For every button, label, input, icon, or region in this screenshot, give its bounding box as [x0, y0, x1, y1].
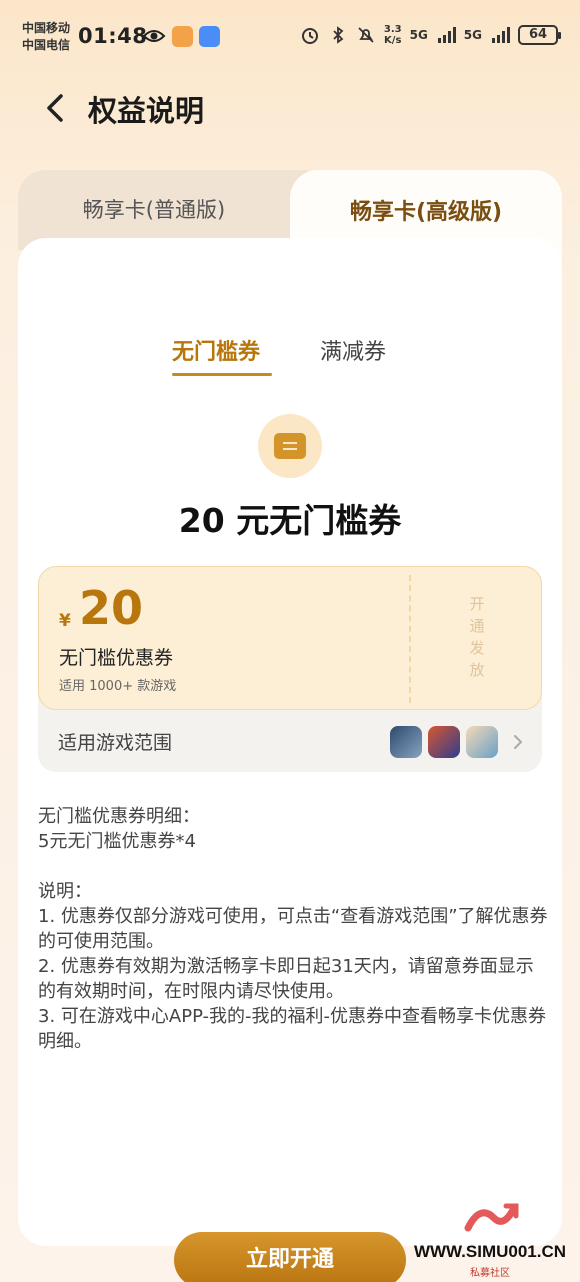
coupon-heading: 20 元无门槛券 [178, 501, 402, 540]
signal-icon [437, 27, 456, 43]
app-notification-icon [172, 26, 193, 47]
clock: 01:48 [78, 24, 148, 48]
benefit-card: 畅享卡(普通版) 畅享卡(高级版) 无门槛券 满减券 20 元无门槛券 ¥ 20… [18, 170, 562, 1282]
coupon-details: 无门槛优惠券明细： 5元无门槛优惠券*4 说明： 1. 优惠券仅部分游戏可使用，… [38, 804, 548, 1054]
signal-1-label: 5G [409, 28, 428, 42]
status-bar: 中国移动 中国电信 01:48 3.3 K/s 5G 5G 64 [0, 0, 580, 72]
signal-2-label: 5G [463, 28, 482, 42]
ticket-icon [274, 433, 306, 459]
subtab-underline [172, 373, 272, 376]
tab-premium-label: 畅享卡(高级版) [349, 200, 503, 225]
coupon-amount: 20 [79, 581, 144, 635]
coupon-description: 适用 1000+ 款游戏 [59, 679, 177, 694]
coupon-badge-icon [258, 414, 322, 478]
chevron-right-icon[interactable] [508, 732, 528, 752]
notes-title: 说明： [38, 881, 92, 902]
note-item: 1. 优惠券仅部分游戏可使用，可点击“查看游戏范围”了解优惠券的可使用范围。 [38, 906, 548, 952]
currency-symbol: ¥ [59, 611, 71, 631]
network-speed: 3.3 K/s [384, 24, 402, 46]
signal-icon [492, 27, 510, 43]
network-speed-value: 3.3 [383, 24, 402, 35]
coupon-card: ¥ 20 无门槛优惠券 适用 1000+ 款游戏 开通发放 适用游戏范围 [38, 566, 542, 772]
coupon-state: 开通发放 [469, 595, 485, 679]
breakdown-title: 无门槛优惠券明细： [38, 806, 200, 827]
bluetooth-icon [333, 26, 344, 44]
game-range-link[interactable]: 适用游戏范围 [58, 728, 172, 755]
activate-button[interactable]: 立即开通 [174, 1232, 406, 1282]
coupon-ticket: ¥ 20 无门槛优惠券 适用 1000+ 款游戏 开通发放 [38, 566, 542, 710]
note-item: 3. 可在游戏中心APP-我的-我的福利-优惠券中查看畅享卡优惠券明细。 [38, 1006, 547, 1052]
note-item: 2. 优惠券有效期为激活畅享卡即日起31天内，请留意券面显示的有效期时间，在时限… [38, 956, 534, 1002]
battery-icon: 64 [518, 25, 561, 45]
mute-icon [358, 27, 374, 43]
coupon-divider [409, 575, 411, 703]
carrier-info: 中国移动 中国电信 [22, 20, 70, 54]
eye-icon [142, 30, 166, 42]
status-icons: 3.3 K/s 5G 5G 64 [300, 24, 561, 46]
game-thumbnail-icon [466, 726, 498, 758]
message-notification-icon [199, 26, 220, 47]
watermark: WWW.SIMU001.CN 私募社区 [404, 1198, 576, 1279]
carrier-1: 中国移动 [22, 21, 71, 35]
tab-standard-label: 畅享卡(普通版) [82, 198, 226, 222]
alarm-icon [301, 28, 318, 44]
subtab-discount[interactable]: 满减券 [320, 334, 386, 366]
coupon-name: 无门槛优惠券 [59, 647, 174, 669]
breakdown-item: 5元无门槛优惠券*4 [38, 831, 196, 852]
benefit-panel: 无门槛券 满减券 20 元无门槛券 ¥ 20 无门槛优惠券 适用 1000+ 款… [18, 238, 562, 1282]
network-speed-unit: K/s [384, 35, 402, 46]
carrier-2: 中国电信 [22, 38, 71, 52]
subtab-no-threshold[interactable]: 无门槛券 [172, 334, 260, 366]
page-title: 权益说明 [88, 94, 205, 128]
watermark-site: WWW.SIMU001.CN [413, 1242, 567, 1261]
game-thumbnail-icon [428, 726, 460, 758]
watermark-subtitle: 私募社区 [470, 1268, 510, 1279]
back-arrow-icon[interactable] [36, 88, 76, 128]
game-thumbnail-icon [390, 726, 422, 758]
watermark-logo-icon [464, 1203, 519, 1232]
